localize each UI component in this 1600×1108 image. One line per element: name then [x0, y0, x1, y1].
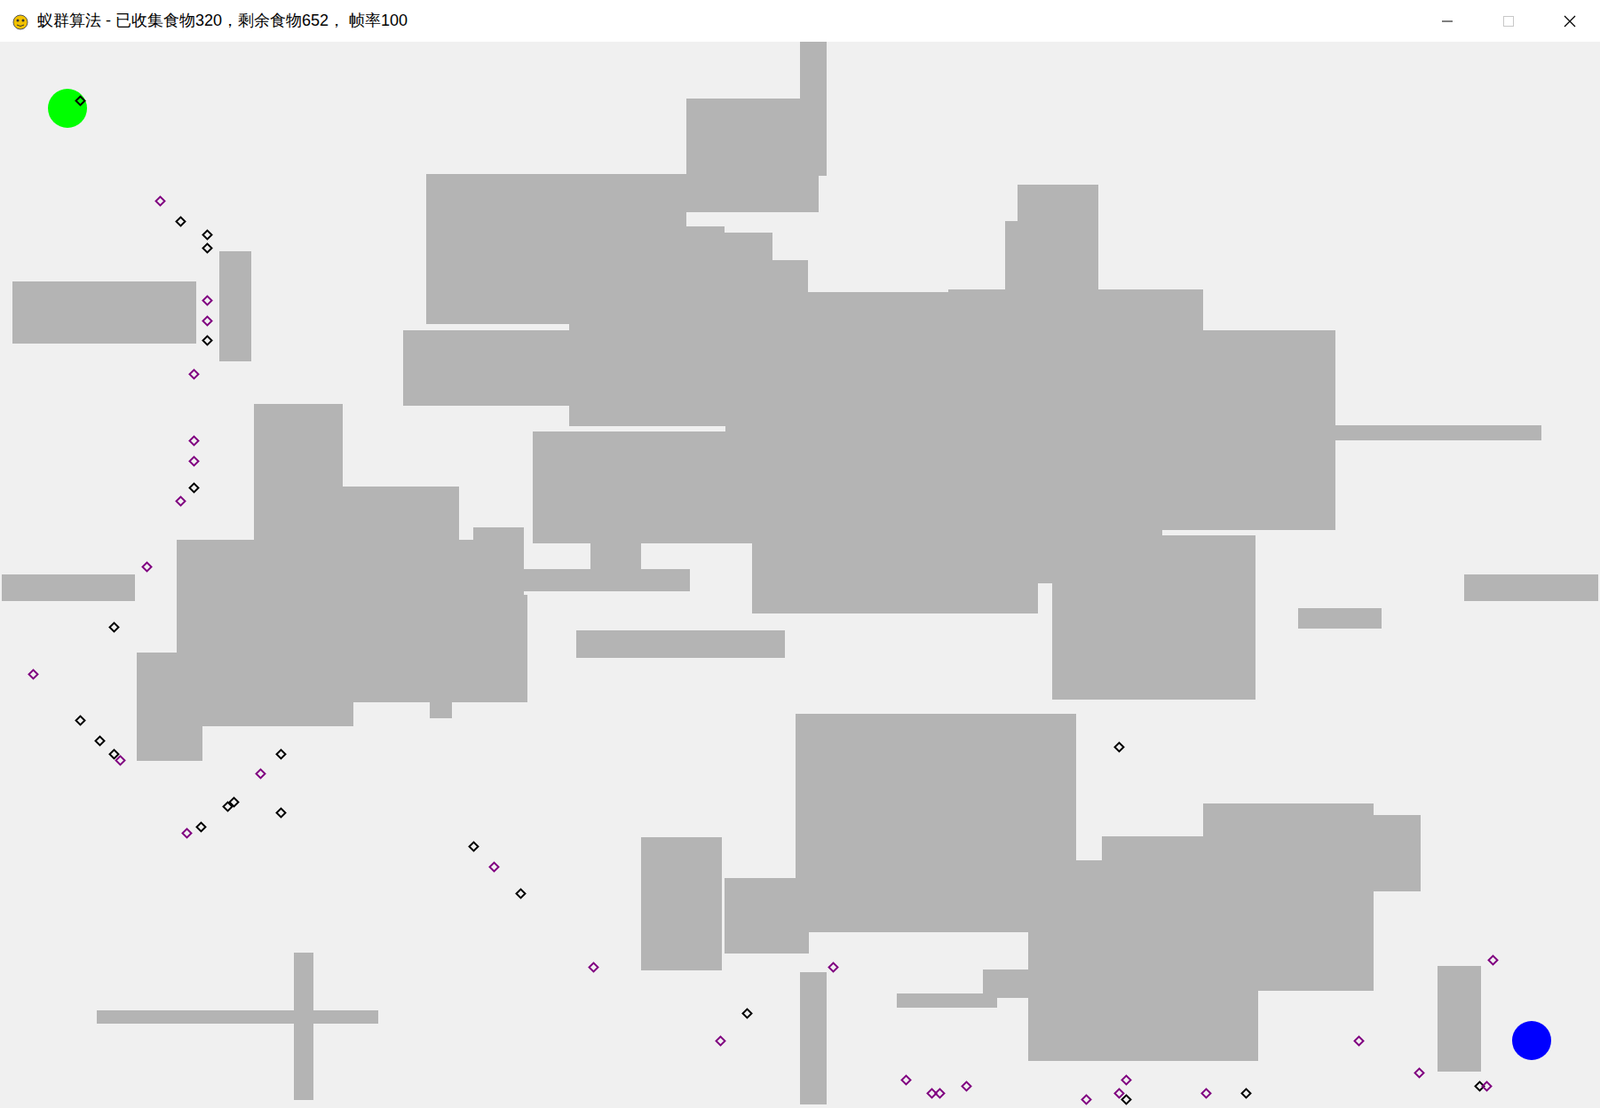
ant — [1081, 1093, 1094, 1106]
obstacle — [752, 543, 1053, 584]
minimize-button[interactable] — [1416, 0, 1478, 42]
obstacle — [1052, 535, 1256, 700]
ant — [1487, 954, 1499, 967]
ant — [201, 229, 214, 241]
ant — [514, 887, 527, 900]
obstacle — [800, 972, 827, 1105]
ant — [714, 1035, 727, 1047]
nest — [47, 88, 88, 128]
ant — [467, 840, 480, 853]
maximize-icon — [1502, 15, 1515, 28]
ant — [1120, 1075, 1133, 1087]
obstacle — [202, 652, 354, 727]
obstacle — [293, 952, 314, 1100]
ant — [114, 754, 127, 767]
obstacle — [1437, 966, 1481, 1071]
ant — [141, 561, 153, 573]
obstacle — [1373, 815, 1421, 892]
ant — [154, 195, 167, 207]
title-bar: 蚁群算法 - 已收集食物320，剩余食物652， 帧率100 — [0, 0, 1600, 42]
ant — [188, 455, 200, 468]
app-window: 蚁群算法 - 已收集食物320，剩余食物652， 帧率100 — [0, 0, 1600, 1108]
ant — [108, 748, 120, 761]
ant — [275, 748, 287, 761]
obstacle — [429, 702, 452, 719]
obstacle — [219, 251, 252, 362]
ant — [188, 368, 200, 381]
ant — [201, 242, 214, 254]
ant — [900, 1075, 912, 1087]
obstacle — [724, 878, 809, 954]
obstacle — [403, 330, 570, 406]
obstacle — [1203, 803, 1374, 837]
ant — [587, 961, 600, 974]
ant — [1200, 1087, 1212, 1100]
ant — [828, 961, 840, 974]
ant — [201, 316, 214, 328]
obstacle — [1298, 608, 1382, 629]
obstacle — [641, 837, 722, 970]
ant — [74, 714, 87, 727]
ant — [201, 334, 214, 347]
obstacle — [1076, 860, 1102, 934]
ant — [1113, 741, 1125, 753]
obstacle — [1464, 574, 1599, 602]
obstacle — [12, 281, 197, 344]
obstacle — [136, 652, 203, 761]
food-source — [1512, 1021, 1552, 1061]
ant — [934, 1087, 946, 1100]
obstacle — [253, 403, 343, 541]
ant — [1113, 1087, 1125, 1100]
ant — [221, 801, 234, 814]
ant — [188, 482, 200, 494]
obstacle — [473, 527, 523, 595]
obstacle — [725, 426, 1336, 531]
obstacle — [590, 543, 641, 570]
obstacle — [523, 569, 690, 592]
ant — [195, 822, 207, 834]
ant — [488, 861, 500, 873]
minimize-icon — [1441, 15, 1454, 28]
ant — [1413, 1068, 1426, 1080]
obstacle — [1028, 860, 1259, 1062]
ant — [1240, 1087, 1252, 1100]
ant — [960, 1080, 973, 1093]
ant — [201, 295, 214, 308]
ant — [1353, 1035, 1365, 1047]
ant — [174, 215, 187, 228]
ant — [181, 827, 193, 840]
simulation-canvas — [0, 41, 1600, 1108]
obstacle — [896, 993, 998, 1008]
obstacle — [686, 98, 818, 213]
obstacle — [569, 292, 1204, 428]
pygame-icon — [10, 11, 31, 32]
ant — [188, 435, 200, 447]
ant — [228, 796, 240, 808]
close-icon — [1563, 15, 1577, 28]
obstacle — [1335, 425, 1542, 441]
obstacle — [1, 574, 135, 602]
obstacle — [96, 1010, 379, 1024]
ant — [174, 495, 187, 507]
ant — [28, 668, 40, 681]
ant — [108, 621, 120, 634]
close-button[interactable] — [1538, 0, 1600, 42]
obstacle — [808, 878, 912, 920]
ant — [1481, 1080, 1493, 1093]
ant — [254, 768, 267, 780]
maximize-button — [1477, 0, 1539, 42]
ant — [741, 1007, 753, 1020]
obstacle — [576, 630, 785, 658]
ant — [1120, 1093, 1133, 1106]
ant — [94, 735, 106, 747]
obstacle — [459, 594, 528, 703]
ant — [275, 807, 287, 819]
window-title: 蚁群算法 - 已收集食物320，剩余食物652， 帧率100 — [37, 8, 408, 33]
